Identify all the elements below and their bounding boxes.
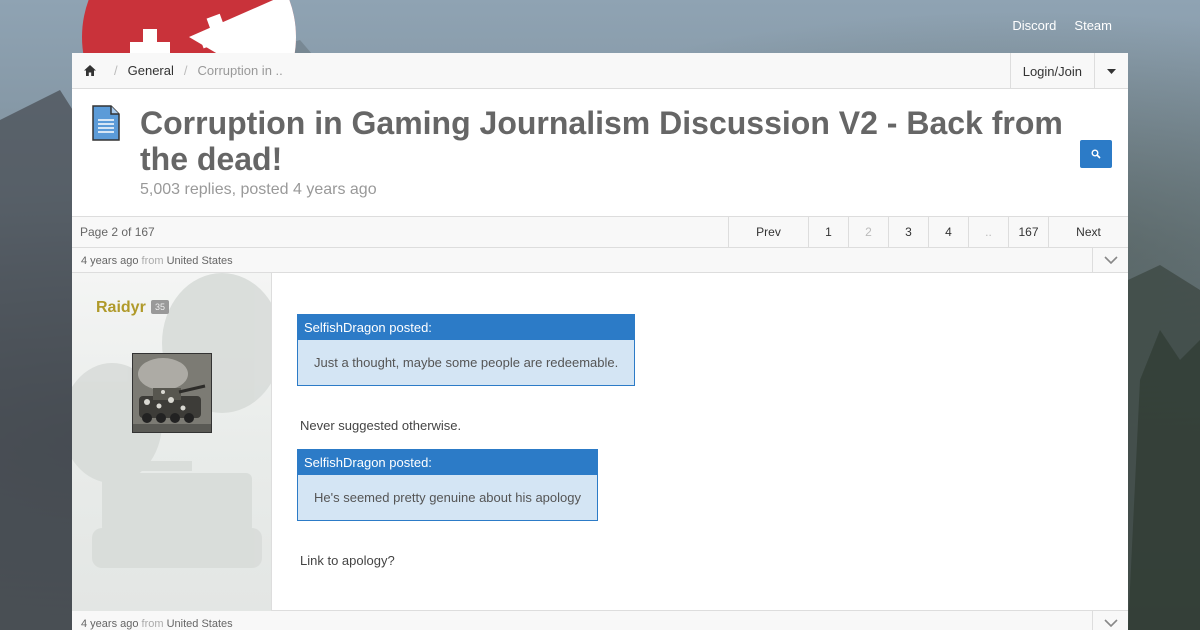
post-text: Link to apology? xyxy=(300,553,395,568)
discord-link[interactable]: Discord xyxy=(1012,18,1056,33)
breadcrumb-general[interactable]: General xyxy=(128,63,174,78)
quote-text: He's seemed pretty genuine about his apo… xyxy=(314,490,581,505)
chevron-down-icon[interactable] xyxy=(1092,611,1128,630)
pagination: Prev 1 2 3 4 .. 167 Next xyxy=(728,217,1128,247)
post-from-label: from xyxy=(141,618,164,630)
home-icon[interactable] xyxy=(72,53,108,89)
quote-block: SelfishDragon posted: Just a thought, ma… xyxy=(297,314,636,386)
post-meta: 4 years ago from United States xyxy=(72,248,1128,273)
post-time[interactable]: 4 years ago xyxy=(81,618,138,630)
page-link-last[interactable]: 167 xyxy=(1008,217,1048,247)
page-ellipsis: .. xyxy=(968,217,1008,247)
post-author-sidebar: Raidyr 35 xyxy=(72,273,272,611)
page-info: Page 2 of 167 xyxy=(80,225,155,239)
page-link[interactable]: 3 xyxy=(888,217,928,247)
thread-panel: / General / Corruption in .. Login/Join … xyxy=(72,53,1128,630)
next-post-meta: 4 years ago from United States xyxy=(72,611,1128,630)
search-icon xyxy=(1091,149,1101,159)
post-body: SelfishDragon posted: Just a thought, ma… xyxy=(297,314,1108,568)
search-button[interactable] xyxy=(1080,140,1112,168)
steam-link[interactable]: Steam xyxy=(1074,18,1112,33)
chevron-down-icon[interactable] xyxy=(1092,248,1128,272)
top-nav: Discord Steam xyxy=(1012,18,1112,33)
post-time[interactable]: 4 years ago xyxy=(81,255,138,267)
pagination-bar: Page 2 of 167 Prev 1 2 3 4 .. 167 Next xyxy=(72,217,1128,248)
post-username[interactable]: Raidyr xyxy=(96,299,146,317)
breadcrumb: / General / Corruption in .. Login/Join xyxy=(72,53,1128,89)
quote-text: Just a thought, maybe some people are re… xyxy=(314,355,619,370)
thread-header: Corruption in Gaming Journalism Discussi… xyxy=(72,89,1128,217)
avatar[interactable] xyxy=(132,353,212,433)
breadcrumb-separator: / xyxy=(183,63,188,78)
post-location: United States xyxy=(166,618,233,630)
next-page-button[interactable]: Next xyxy=(1048,217,1128,247)
post-text: Never suggested otherwise. xyxy=(300,418,462,433)
quote-block: SelfishDragon posted: He's seemed pretty… xyxy=(297,449,598,521)
breadcrumb-separator: / xyxy=(114,63,118,78)
post-from-label: from xyxy=(141,255,164,267)
document-icon xyxy=(92,105,120,146)
post: Raidyr 35 SelfishDragon posted: Just a t xyxy=(72,273,1128,611)
page-link[interactable]: 1 xyxy=(808,217,848,247)
quote-header[interactable]: SelfishDragon posted: xyxy=(298,450,597,475)
sidebar-background-art xyxy=(72,273,271,568)
quote-header[interactable]: SelfishDragon posted: xyxy=(298,315,635,340)
caret-down-icon[interactable] xyxy=(1094,53,1128,89)
post-location: United States xyxy=(166,255,233,267)
current-page: 2 xyxy=(848,217,888,247)
page-title: Corruption in Gaming Journalism Discussi… xyxy=(140,105,1063,177)
thread-subtitle: 5,003 replies, posted 4 years ago xyxy=(140,181,377,198)
login-join-button[interactable]: Login/Join xyxy=(1009,53,1094,89)
page-link[interactable]: 4 xyxy=(928,217,968,247)
user-level-badge: 35 xyxy=(151,300,170,314)
breadcrumb-current: Corruption in .. xyxy=(197,63,283,78)
prev-page-button[interactable]: Prev xyxy=(728,217,808,247)
